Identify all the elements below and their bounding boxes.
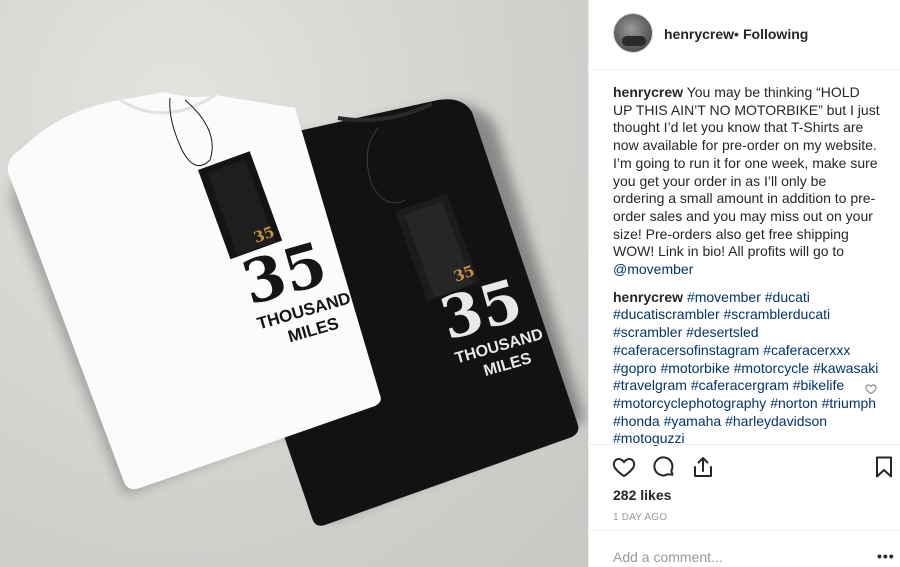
hashtag-link[interactable]: #honda	[613, 413, 660, 429]
more-options-button[interactable]: •••	[877, 548, 895, 564]
hashtag-link[interactable]: #ducati	[765, 289, 810, 305]
caption-mention-link[interactable]: @movember	[613, 261, 693, 277]
bookmark-icon[interactable]	[872, 455, 896, 479]
avatar[interactable]	[613, 13, 653, 53]
comment-username[interactable]: henrycrew	[613, 289, 683, 305]
hashtag-comment: henrycrew #movember #ducati #ducatiscram…	[613, 289, 881, 448]
hashtag-link[interactable]: #motorbike	[660, 360, 729, 376]
hashtag-link[interactable]: #harleydavidson	[725, 413, 827, 429]
header-username[interactable]: henrycrew	[664, 26, 734, 42]
caption: henrycrew You may be thinking “HOLD UP T…	[613, 84, 881, 279]
hashtag-link[interactable]: #caferacerxxx	[763, 342, 850, 358]
hashtag-link[interactable]: #motorcycle	[734, 360, 809, 376]
hashtag-link[interactable]: #caferacersofinstagram	[613, 342, 759, 358]
hashtag-link[interactable]: #motorcyclephotography	[613, 395, 766, 411]
hashtag-link[interactable]: #ducatiscrambler	[613, 306, 720, 322]
comments-area: henrycrew You may be thinking “HOLD UP T…	[613, 84, 881, 458]
post-photo[interactable]: 35 35 35 THOUSAND MILES 35 THOUSAND MILE…	[0, 0, 588, 567]
header-separator: •	[734, 26, 739, 42]
hashtag-link[interactable]: #triumph	[822, 395, 876, 411]
like-heart-icon[interactable]	[612, 455, 636, 479]
hashtag-link[interactable]: #scrambler	[613, 324, 682, 340]
caption-text: You may be thinking “HOLD UP THIS AIN’T …	[613, 84, 880, 260]
hashtag-link[interactable]: #desertsled	[686, 324, 758, 340]
hashtag-link[interactable]: #bikelife	[793, 377, 844, 393]
hashtag-link[interactable]: #travelgram	[613, 377, 687, 393]
tshirts-image: 35 35 35 THOUSAND MILES 35 THOUSAND MILE…	[7, 92, 585, 526]
following-button[interactable]: Following	[743, 26, 808, 42]
action-bar	[589, 444, 900, 486]
hashtag-link[interactable]: #yamaha	[664, 413, 722, 429]
hashtag-link[interactable]: #gopro	[613, 360, 657, 376]
hashtag-link[interactable]: #movember	[687, 289, 761, 305]
hashtag-link[interactable]: #norton	[770, 395, 817, 411]
caption-username[interactable]: henrycrew	[613, 84, 683, 100]
post-side-panel: henrycrew • Following henrycrew You may …	[588, 0, 900, 567]
hashtag-link[interactable]: #scramblerducati	[724, 306, 831, 322]
comment-bubble-icon[interactable]	[652, 455, 676, 479]
comment-like-heart-icon[interactable]	[865, 383, 877, 395]
hashtag-link[interactable]: #kawasaki	[813, 360, 878, 376]
hashtag-list: #movember #ducati #ducatiscrambler #scra…	[613, 289, 878, 447]
post-header: henrycrew • Following	[589, 0, 900, 70]
hashtag-link[interactable]: #caferacergram	[691, 377, 789, 393]
add-comment-input[interactable]	[613, 549, 853, 565]
likes-count[interactable]: 282 likes	[613, 487, 671, 503]
share-icon[interactable]	[691, 455, 715, 479]
post-timestamp: 1 DAY AGO	[613, 512, 668, 523]
